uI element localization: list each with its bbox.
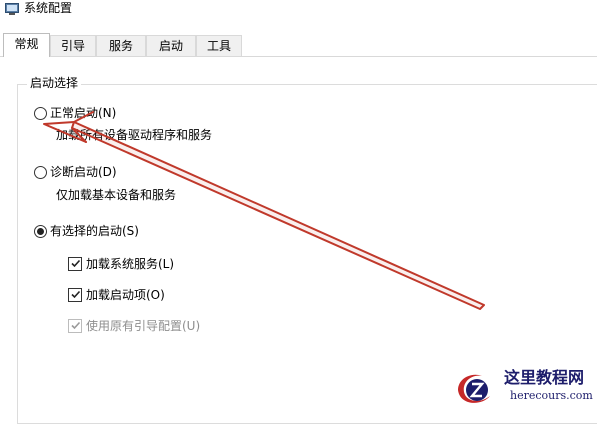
watermark-url: herecours.com [510, 389, 593, 402]
watermark-title: 这里教程网 [504, 368, 585, 387]
red-arrow-annotation [43, 111, 485, 310]
watermark-logo-icon [458, 374, 490, 403]
site-watermark: 这里教程网 herecours.com [448, 364, 597, 410]
